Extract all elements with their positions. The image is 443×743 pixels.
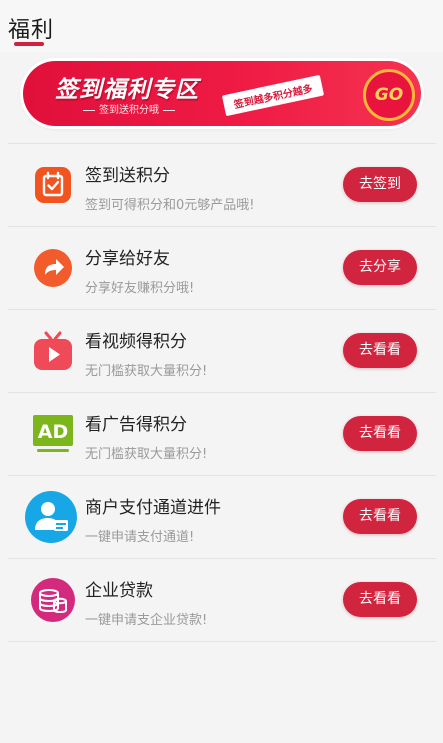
svg-text:AD: AD: [38, 421, 68, 443]
item-name: 企业贷款: [85, 581, 153, 601]
merchant-icon: [24, 490, 78, 544]
item-desc: 签到可得积分和0元够产品哦!: [85, 198, 255, 213]
list-item: 分享给好友 分享好友赚积分哦! 去分享: [8, 226, 436, 309]
item-desc: 一键申请支付通道!: [85, 530, 195, 545]
item-desc: 分享好友赚积分哦!: [85, 281, 195, 296]
item-name: 签到送积分: [85, 166, 170, 186]
banner-subtitle: 签到送积分哦: [79, 101, 179, 116]
loan-button[interactable]: 去看看: [343, 582, 417, 617]
item-desc: 无门槛获取大量积分!: [85, 364, 208, 379]
banner-title: 签到福利专区: [55, 77, 199, 103]
share-button[interactable]: 去分享: [343, 250, 417, 285]
title-underline: [14, 42, 44, 46]
item-name: 分享给好友: [85, 249, 170, 269]
loan-icon: [30, 577, 76, 623]
list-item: 看视频得积分 无门槛获取大量积分! 去看看: [8, 309, 436, 392]
checkin-icon: [30, 162, 76, 208]
item-desc: 无门槛获取大量积分!: [85, 447, 208, 462]
page-title: 福利: [8, 18, 55, 43]
checkin-banner[interactable]: 签到福利专区 签到送积分哦 签到越多积分越多 GO: [23, 61, 421, 126]
share-icon: [30, 245, 76, 291]
list-item: 企业贷款 一键申请支企业贷款! 去看看: [8, 558, 436, 642]
list-item: 商户支付通道进件 一键申请支付通道! 去看看: [8, 475, 436, 558]
item-name: 看广告得积分: [85, 415, 187, 435]
item-name: 看视频得积分: [85, 332, 187, 352]
list-item: 签到送积分 签到可得积分和0元够产品哦! 去签到: [8, 143, 436, 226]
watch-video-button[interactable]: 去看看: [343, 333, 417, 368]
merchant-button[interactable]: 去看看: [343, 499, 417, 534]
task-list: 签到送积分 签到可得积分和0元够产品哦! 去签到 分享给好友 分享好友赚积分哦!…: [8, 143, 436, 642]
banner-go-button[interactable]: GO: [363, 69, 415, 121]
header: 福利: [0, 0, 443, 52]
video-icon: [30, 328, 76, 374]
ad-icon: AD: [30, 411, 76, 457]
list-item: AD 看广告得积分 无门槛获取大量积分! 去看看: [8, 392, 436, 475]
item-desc: 一键申请支企业贷款!: [85, 613, 208, 628]
item-name: 商户支付通道进件: [85, 498, 221, 518]
watch-ad-button[interactable]: 去看看: [343, 416, 417, 451]
checkin-button[interactable]: 去签到: [343, 167, 417, 202]
banner-tag: 签到越多积分越多: [221, 74, 325, 117]
